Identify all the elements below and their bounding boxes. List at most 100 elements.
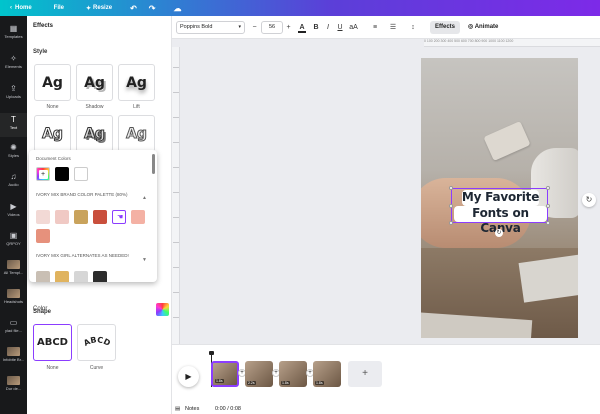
chevron-up-icon[interactable]: ▲: [142, 195, 147, 201]
color-swatch[interactable]: [55, 271, 69, 282]
color-swatch[interactable]: [93, 210, 107, 224]
style-splice-tile[interactable]: Ag: [76, 115, 113, 152]
color-swatch[interactable]: [74, 271, 88, 282]
animate-button[interactable]: ◎ Animate: [468, 21, 508, 34]
style-outline-tile[interactable]: Ag: [118, 115, 155, 152]
video-icon: ▶: [10, 202, 17, 211]
rail-item-text[interactable]: T Text: [0, 113, 27, 137]
folder-thumbnail: [7, 289, 20, 298]
plus-icon: +: [38, 169, 48, 179]
spacing-button[interactable]: ↕: [408, 21, 418, 34]
color-swatch[interactable]: [36, 229, 50, 243]
color-swatch[interactable]: [55, 167, 69, 181]
style-none-tile[interactable]: Ag: [34, 64, 71, 101]
letter-case-button[interactable]: aA: [347, 21, 360, 34]
paper-shape: [518, 253, 578, 303]
color-swatch[interactable]: [131, 210, 145, 224]
bottom-bar: ▤ Notes 0:00 / 0:08: [172, 404, 600, 414]
resize-handle[interactable]: [546, 221, 550, 225]
font-size-decrease[interactable]: −: [250, 21, 259, 34]
text-icon: T: [11, 115, 16, 124]
add-page-button[interactable]: +: [348, 361, 382, 387]
chevron-down-icon[interactable]: ▼: [142, 257, 147, 263]
align-button[interactable]: ≡: [370, 21, 380, 34]
timeline-clip[interactable]: 1.8s: [313, 361, 341, 387]
style-heading: Style: [33, 49, 48, 55]
rail-item-videos[interactable]: ▶ Videos: [0, 202, 27, 217]
color-swatch[interactable]: [36, 210, 50, 224]
undo-icon[interactable]: ↶: [130, 4, 137, 13]
font-size-input[interactable]: 56: [261, 21, 283, 34]
refresh-icon[interactable]: ↻: [582, 193, 596, 207]
color-swatch[interactable]: [55, 210, 69, 224]
redo-icon[interactable]: ↷: [149, 4, 156, 13]
notes-button[interactable]: Notes: [185, 404, 199, 414]
color-swatch[interactable]: [74, 167, 88, 181]
style-hollow-tile[interactable]: Ag: [34, 115, 71, 152]
popup-scrollbar[interactable]: [152, 154, 155, 174]
resize-button[interactable]: ✦ Resize: [86, 5, 112, 12]
resize-handle[interactable]: [449, 186, 453, 190]
cloud-saved-icon[interactable]: ☁: [173, 4, 181, 13]
color-picker-popup: Document Colors + IVORY MIX BRAND COLOR …: [29, 150, 157, 282]
rotate-icon[interactable]: ↻: [495, 229, 503, 237]
resize-handle[interactable]: [546, 186, 550, 190]
rail-item-all-templates[interactable]: All Templ...: [0, 260, 27, 275]
ruler-vertical: [172, 47, 180, 344]
folder-thumbnail: [7, 347, 20, 356]
text-color-button[interactable]: A: [297, 21, 307, 34]
rail-item-templates[interactable]: ▦ Templates: [0, 24, 27, 39]
italic-button[interactable]: I: [323, 21, 333, 34]
animate-icon: ◎: [468, 24, 475, 30]
rail-item-infobite[interactable]: Infobite Br...: [0, 347, 27, 362]
rail-item-dur[interactable]: Dur de...: [0, 376, 27, 391]
bold-button[interactable]: B: [311, 21, 321, 34]
rail-item-qrpoy[interactable]: ▣ QRPOY: [0, 231, 27, 246]
list-button[interactable]: ☰: [388, 21, 398, 34]
text-toolbar: Poppins Bold ▾ − 56 + A B I U aA ≡ ☰ ↕ Ef…: [172, 16, 600, 39]
shape-curve-tile[interactable]: ABCD: [77, 324, 116, 361]
resize-handle[interactable]: [546, 204, 550, 208]
rail-item-audio[interactable]: ♫ Audio: [0, 172, 27, 187]
color-swatch-selected[interactable]: ☚: [112, 210, 126, 224]
rail-item-folder[interactable]: ▭ ylad file...: [0, 318, 27, 333]
timeline-clip[interactable]: 2.2s: [245, 361, 273, 387]
headline-line-1[interactable]: My Favorite: [452, 190, 549, 205]
color-swatch[interactable]: [93, 271, 107, 282]
svg-text:ABCD: ABCD: [82, 335, 112, 348]
add-color-button[interactable]: +: [36, 167, 50, 181]
style-lift-tile[interactable]: Ag: [118, 64, 155, 101]
rail-item-elements[interactable]: ✧ Elements: [0, 54, 27, 69]
palette1-heading: IVORY MIX BRAND COLOR PALETTE (80%): [36, 192, 128, 197]
document-colors-heading: Document Colors: [36, 156, 71, 161]
timeline-clip[interactable]: 1.8s: [279, 361, 307, 387]
panel-title: Effects: [33, 23, 54, 29]
rail-item-styles[interactable]: ✺ Styles: [0, 143, 27, 158]
font-family-select[interactable]: Poppins Bold ▾: [176, 21, 245, 34]
resize-handle[interactable]: [449, 204, 453, 208]
home-button[interactable]: ‹ Home: [10, 5, 32, 11]
rail-item-headshots[interactable]: Headshots: [0, 289, 27, 304]
shape-curve-label: Curve: [89, 365, 104, 371]
style-shadow-tile[interactable]: Ag: [76, 64, 113, 101]
templates-icon: ▦: [9, 24, 18, 33]
elements-icon: ✧: [10, 54, 17, 63]
font-size-increase[interactable]: +: [284, 21, 293, 34]
rail-item-uploads[interactable]: ⇪ Uploads: [0, 84, 27, 99]
play-button[interactable]: ▶: [178, 366, 199, 387]
effects-button[interactable]: Effects: [430, 21, 460, 34]
color-swatch[interactable]: [36, 271, 50, 282]
notes-icon[interactable]: ▤: [175, 404, 180, 414]
color-swatch[interactable]: [74, 210, 88, 224]
styles-icon: ✺: [10, 143, 17, 152]
chevron-down-icon: ▾: [238, 24, 241, 30]
phone-shape: [483, 120, 531, 162]
timeline-clip[interactable]: 1.8s: [211, 361, 239, 387]
resize-handle[interactable]: [449, 221, 453, 225]
shape-none-tile[interactable]: ABCD: [33, 324, 72, 361]
underline-button[interactable]: U: [335, 21, 345, 34]
color-picker-icon[interactable]: [156, 303, 169, 316]
headline-text-box[interactable]: My Favorite Fonts on Canva: [449, 186, 550, 235]
folder-thumbnail: [7, 260, 20, 269]
file-menu[interactable]: File: [54, 5, 64, 11]
